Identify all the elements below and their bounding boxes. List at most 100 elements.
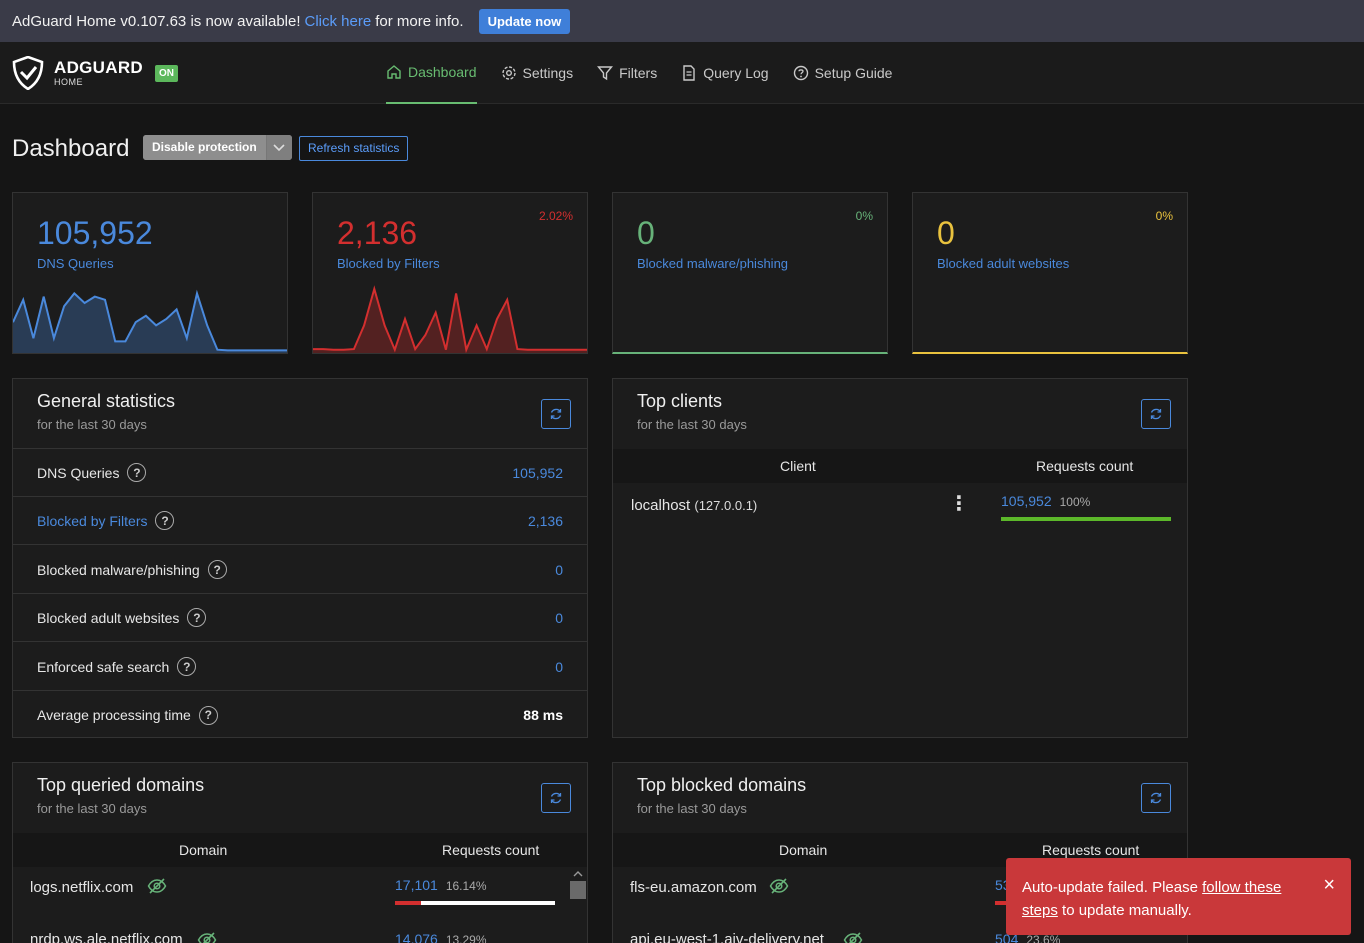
request-count[interactable]: 14,076 (395, 931, 438, 943)
help-icon[interactable]: ? (198, 705, 218, 725)
chevron-up-icon[interactable] (573, 870, 583, 877)
banner-link[interactable]: Click here (305, 13, 372, 30)
toast-text-after: to update manually. (1062, 902, 1192, 919)
request-count[interactable]: 17,101 (395, 877, 438, 893)
disable-protection-button[interactable]: Disable protection (143, 135, 292, 160)
row-value[interactable]: 105,952 (512, 465, 563, 481)
banner-text-after: for more info. (375, 12, 464, 30)
stat-percent: 0% (855, 209, 873, 223)
panel-title: Top queried domains (37, 775, 205, 795)
more-options-icon[interactable]: ⋮ (949, 491, 969, 516)
header: ADGUARD HOME ON Dashboard Settings Filte… (0, 42, 1364, 104)
filter-icon (597, 66, 614, 81)
eye-off-icon[interactable] (769, 877, 789, 895)
row-label[interactable]: Blocked by Filters (37, 513, 147, 529)
row-value[interactable]: 2,136 (528, 513, 563, 529)
stat-row-blocked-adult: Blocked adult websites? 0 (13, 594, 587, 642)
stat-card-blocked-malware: 0 Blocked malware/phishing 0% (612, 192, 888, 354)
help-icon[interactable]: ? (187, 608, 207, 627)
nav-setup-guide[interactable]: Setup Guide (793, 42, 892, 104)
general-statistics-panel: General statistics for the last 30 days … (12, 378, 588, 738)
sparkline-area (13, 293, 287, 353)
nav-query-log[interactable]: Query Log (681, 42, 769, 104)
column-requests-count: Requests count (1042, 842, 1140, 858)
request-percent: 16.14% (445, 879, 487, 893)
panel-title: Top blocked domains (637, 775, 807, 795)
update-now-button[interactable]: Update now (478, 8, 571, 34)
table-row[interactable]: logs.netflix.com 17,101 16.14% (13, 867, 587, 907)
gear-icon (501, 66, 516, 80)
eye-off-icon[interactable] (843, 931, 863, 943)
eye-off-icon[interactable] (197, 931, 217, 943)
column-domain: Domain (179, 842, 228, 858)
chevron-down-icon[interactable] (265, 135, 292, 160)
row-label: Enforced safe search (37, 658, 170, 675)
page-title: Dashboard (12, 135, 130, 162)
progress-fill (395, 901, 421, 905)
stat-percent: 2.02% (538, 209, 573, 223)
banner-text: AdGuard Home v0.107.63 is now available! (12, 12, 301, 30)
nav-dashboard[interactable]: Dashboard (386, 42, 477, 104)
refresh-icon (1150, 408, 1162, 420)
panel-header: Top clients for the last 30 days (613, 379, 1187, 449)
row-value[interactable]: 0 (555, 562, 563, 578)
stat-card-blocked-filters: 2,136 Blocked by Filters 2.02% (312, 192, 588, 354)
row-label: Average processing time (37, 707, 191, 723)
toast-text: Auto-update failed. Please (1022, 879, 1198, 896)
client-name[interactable]: localhost (127.0.0.1) (631, 497, 757, 514)
domain-name[interactable]: nrdp.ws.ale.netflix.com (30, 931, 183, 943)
stat-card-dns-queries: 105,952 DNS Queries (12, 192, 288, 354)
close-icon[interactable]: × (1323, 874, 1335, 897)
blocked-filters-sparkline (313, 285, 587, 353)
column-client: Client (780, 458, 816, 474)
help-icon[interactable]: ? (127, 463, 147, 482)
refresh-button[interactable] (1141, 783, 1171, 813)
stat-value: 0 (637, 215, 655, 251)
scrollbar-thumb[interactable] (570, 881, 586, 899)
domain-name[interactable]: logs.netflix.com (30, 879, 133, 896)
domain-name[interactable]: api.eu-west-1.aiv-delivery.net (630, 931, 824, 943)
help-icon[interactable]: ? (155, 511, 175, 530)
request-count[interactable]: 105,952 (1001, 493, 1052, 509)
shield-logo-icon (12, 56, 44, 90)
refresh-button[interactable] (541, 399, 571, 429)
disable-protection-label[interactable]: Disable protection (143, 135, 266, 160)
stat-label: Blocked adult websites (937, 256, 1070, 271)
refresh-icon (550, 408, 562, 420)
brand-logo[interactable]: ADGUARD HOME ON (12, 56, 178, 90)
help-icon[interactable]: ? (207, 560, 227, 579)
nav-settings[interactable]: Settings (501, 42, 574, 104)
top-queried-domains-panel: Top queried domains for the last 30 days… (12, 762, 588, 943)
table-row[interactable]: localhost (127.0.0.1) ⋮ 105,952 100% (613, 487, 1187, 523)
request-percent: 100% (1059, 495, 1091, 509)
domain-name[interactable]: fls-eu.amazon.com (630, 879, 757, 896)
eye-off-icon[interactable] (147, 877, 167, 895)
panel-subtitle: for the last 30 days (37, 801, 147, 816)
panel-title: Top clients (637, 391, 723, 411)
row-value[interactable]: 0 (555, 610, 563, 626)
dns-queries-sparkline (13, 289, 287, 353)
row-label: Blocked adult websites (37, 609, 180, 626)
refresh-button[interactable] (1141, 399, 1171, 429)
row-label: Blocked malware/phishing (37, 561, 200, 578)
stat-row-dns-queries: DNS Queries? 105,952 (13, 449, 587, 497)
help-icon[interactable]: ? (177, 657, 197, 676)
auto-update-failed-toast: Auto-update failed. Please follow these … (1006, 858, 1351, 935)
panel-header: Top blocked domains for the last 30 days (613, 763, 1187, 833)
row-value: 88 ms (523, 707, 563, 723)
document-icon (683, 65, 695, 81)
status-badge: ON (154, 64, 178, 82)
nav-filters[interactable]: Filters (597, 42, 657, 104)
nav-label: Settings (522, 65, 574, 81)
scrollbar[interactable] (569, 867, 587, 943)
table-row[interactable]: nrdp.ws.ale.netflix.com 14,076 13.29% (13, 919, 587, 943)
progress-track (395, 901, 555, 905)
row-value[interactable]: 0 (555, 659, 563, 675)
home-icon (387, 65, 401, 79)
refresh-statistics-button[interactable]: Refresh statistics (299, 136, 409, 161)
refresh-button[interactable] (541, 783, 571, 813)
refresh-icon (1150, 792, 1162, 804)
stat-percent: 0% (1155, 209, 1173, 223)
stat-row-avg-time: Average processing time? 88 ms (13, 691, 587, 739)
panel-subtitle: for the last 30 days (637, 417, 747, 432)
